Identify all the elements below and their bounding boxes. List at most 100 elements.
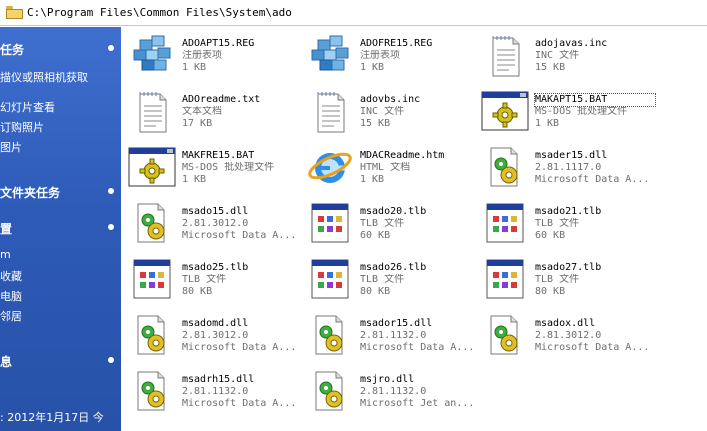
file-item[interactable]: msado27.tlb TLB 文件 80 KB [479, 254, 654, 306]
dll-icon [490, 147, 518, 187]
file-size: 60 KB [360, 230, 391, 241]
file-name: msado27.tlb [535, 262, 602, 273]
file-name: msado26.tlb [360, 262, 427, 273]
file-size: 60 KB [535, 230, 566, 241]
file-size: 1 KB [182, 62, 207, 73]
file-item[interactable]: msado20.tlb TLB 文件 60 KB [304, 198, 479, 250]
file-size: 1 KB [535, 118, 560, 129]
folder-icon [6, 6, 23, 19]
dll-icon [137, 203, 165, 243]
file-version: 2.81.1132.0 [360, 330, 427, 341]
file-name: ADOFRE15.REG [360, 38, 433, 49]
file-description: Microsoft Data A... [535, 342, 650, 353]
file-name: adojavas.inc [535, 38, 608, 49]
place-link-favorites[interactable]: 收藏 [0, 268, 22, 284]
tlb-file-icon [311, 203, 349, 243]
file-type: TLB 文件 [360, 274, 405, 285]
file-item[interactable]: MAKFRE15.BAT MS-DOS 批处理文件 1 KB [126, 142, 301, 194]
section-title-places[interactable]: 置 [0, 220, 12, 237]
file-name: MAKFRE15.BAT [182, 150, 255, 161]
file-item[interactable]: msadox.dll 2.81.3012.0 Microsoft Data A.… [479, 310, 654, 362]
file-name: adovbs.inc [360, 94, 421, 105]
file-item[interactable]: msado21.tlb TLB 文件 60 KB [479, 198, 654, 250]
file-version: 2.81.1117.0 [535, 162, 602, 173]
address-path[interactable]: C:\Program Files\Common Files\System\ado [27, 6, 292, 19]
file-item[interactable]: msadomd.dll 2.81.3012.0 Microsoft Data A… [126, 310, 301, 362]
file-name: msader15.dll [535, 150, 608, 161]
file-item[interactable]: MDACReadme.htm HTML 文档 1 KB [304, 142, 479, 194]
file-description: Microsoft Data A... [360, 342, 475, 353]
task-link-order-photos[interactable]: 订购照片 [0, 119, 44, 135]
batch-file-icon [481, 91, 529, 131]
collapse-button-folder-tasks[interactable] [108, 188, 114, 194]
file-item[interactable]: ADOreadme.txt 文本文档 17 KB [126, 86, 301, 138]
file-item[interactable]: msado25.tlb TLB 文件 80 KB [126, 254, 301, 306]
document-icon [317, 92, 345, 133]
collapse-button-details[interactable] [108, 357, 114, 363]
file-item[interactable]: ADOFRE15.REG 注册表项 1 KB [304, 30, 479, 82]
file-item[interactable]: msadrh15.dll 2.81.1132.0 Microsoft Data … [126, 366, 301, 418]
place-link-network[interactable]: 邻居 [0, 308, 22, 324]
file-type: TLB 文件 [535, 218, 580, 229]
file-version: 2.81.3012.0 [182, 330, 249, 341]
task-link-scanner[interactable]: 描仪或照相机获取 [0, 69, 88, 85]
file-item[interactable]: MAKAPT15.BAT MS-DOS 批处理文件 1 KB [479, 86, 656, 138]
document-icon [492, 36, 520, 77]
file-list[interactable]: ADOAPT15.REG 注册表项 1 KB ADOFRE15.REG 注册表项… [121, 27, 707, 431]
file-name: msador15.dll [360, 318, 433, 329]
document-icon [139, 92, 167, 133]
file-name: MDACReadme.htm [360, 150, 445, 161]
section-title-folder-tasks[interactable]: 文件夹任务 [0, 184, 60, 201]
section-title-details[interactable]: 息 [0, 353, 12, 370]
tlb-file-icon [311, 259, 349, 299]
place-link-computer[interactable]: 电脑 [0, 288, 22, 304]
place-link-1[interactable]: m [0, 248, 11, 261]
file-name: ADOreadme.txt [182, 94, 261, 105]
file-type: TLB 文件 [535, 274, 580, 285]
file-item[interactable]: msado15.dll 2.81.3012.0 Microsoft Data A… [126, 198, 301, 250]
file-item[interactable]: msador15.dll 2.81.1132.0 Microsoft Data … [304, 310, 479, 362]
file-size: 80 KB [535, 286, 566, 297]
dll-icon [137, 315, 165, 355]
section-title-tasks[interactable]: 任务 [0, 41, 24, 58]
dll-icon [490, 315, 518, 355]
file-type: 注册表项 [182, 50, 222, 61]
collapse-button-places[interactable] [108, 224, 114, 230]
file-size: 15 KB [360, 118, 391, 129]
file-name: MAKAPT15.BAT [534, 93, 656, 107]
file-type: TLB 文件 [182, 274, 227, 285]
file-name: msado25.tlb [182, 262, 249, 273]
file-type: MS-DOS 批处理文件 [535, 106, 628, 117]
batch-file-icon [128, 147, 176, 187]
address-bar[interactable]: C:\Program Files\Common Files\System\ado [0, 0, 707, 26]
file-size: 80 KB [182, 286, 213, 297]
file-name: msadox.dll [535, 318, 596, 329]
file-item[interactable]: msjro.dll 2.81.1132.0 Microsoft Jet an..… [304, 366, 479, 418]
file-name: msjro.dll [360, 374, 415, 385]
tlb-file-icon [486, 259, 524, 299]
task-link-slideshow[interactable]: 幻灯片查看 [0, 99, 55, 115]
file-version: 2.81.3012.0 [182, 218, 249, 229]
file-name: msado15.dll [182, 206, 249, 217]
file-size: 15 KB [535, 62, 566, 73]
file-item[interactable]: msado26.tlb TLB 文件 80 KB [304, 254, 479, 306]
file-item[interactable]: msader15.dll 2.81.1117.0 Microsoft Data … [479, 142, 654, 194]
file-name: msadrh15.dll [182, 374, 255, 385]
dll-icon [315, 315, 343, 355]
file-name: msado20.tlb [360, 206, 427, 217]
task-link-pictures[interactable]: 图片 [0, 139, 22, 155]
collapse-button-tasks[interactable] [108, 45, 114, 51]
file-item[interactable]: adojavas.inc INC 文件 15 KB [479, 30, 654, 82]
file-type: MS-DOS 批处理文件 [182, 162, 275, 173]
file-description: Microsoft Data A... [535, 174, 650, 185]
file-description: Microsoft Data A... [182, 230, 297, 241]
file-version: 2.81.1132.0 [360, 386, 427, 397]
file-item[interactable]: ADOAPT15.REG 注册表项 1 KB [126, 30, 301, 82]
tlb-file-icon [133, 259, 171, 299]
file-size: 1 KB [360, 62, 385, 73]
file-size: 17 KB [182, 118, 213, 129]
dll-icon [137, 371, 165, 411]
file-item[interactable]: adovbs.inc INC 文件 15 KB [304, 86, 479, 138]
file-size: 1 KB [360, 174, 385, 185]
file-version: 2.81.3012.0 [535, 330, 602, 341]
